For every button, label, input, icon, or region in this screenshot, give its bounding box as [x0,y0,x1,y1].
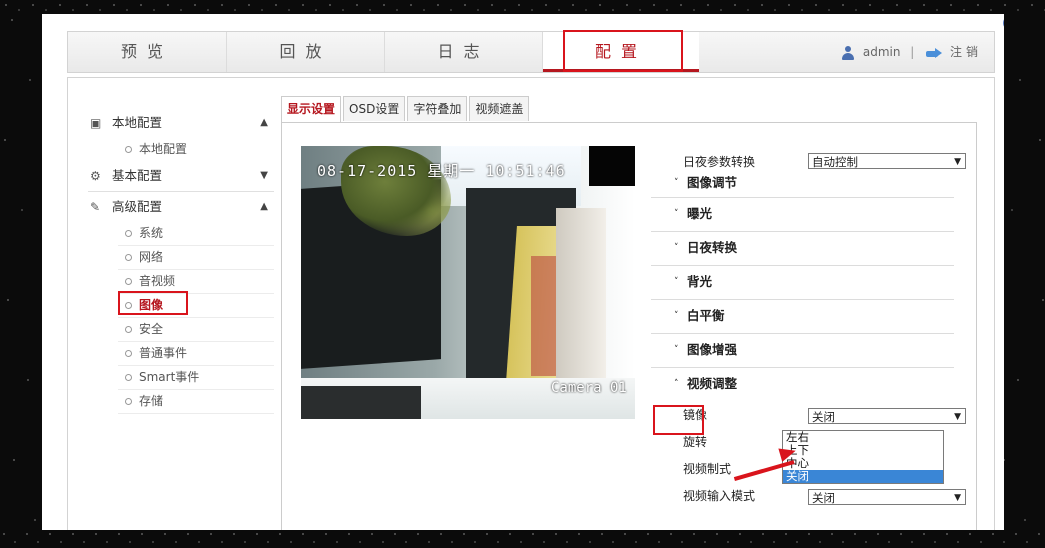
chevron-down-icon: ˅ [674,178,679,188]
chevron-down-icon: ˅ [674,345,679,355]
gear-icon: ⚙ [90,169,101,183]
nav-tab-config[interactable]: 配置 [543,32,699,72]
group-day-night[interactable]: ˅ 日夜转换 [651,232,954,266]
group-image-adjust[interactable]: ˅ 图像调节 [651,174,954,198]
sidebar: ▣ 本地配置 ▲ 本地配置 ⚙ 基本配置 ▼ ✎ 高级配置 ▲ 系统 网络 音视… [88,108,274,414]
chevron-down-icon: ˅ [674,209,679,219]
chevron-up-icon: ▲ [260,201,268,212]
group-label: 日夜转换 [687,240,738,255]
sidebar-section-basic[interactable]: ⚙ 基本配置 ▼ [88,161,274,192]
video-scene-folder [556,208,606,398]
web-page: 预览 回放 日志 配置 admin | 注销 ▣ 本地配置 ▲ 本地配置 ⚙ 基… [42,14,1004,530]
user-icon [841,45,855,60]
chevron-up-icon: ˄ [674,379,679,389]
sidebar-item-local-config[interactable]: 本地配置 [118,138,274,161]
video-scene-dark [589,146,635,186]
sidebar-item-storage[interactable]: 存储 [118,390,274,414]
day-night-label: 日夜参数转换 [683,155,756,169]
group-label: 视频调整 [687,376,738,391]
corner-indicator-icon [1003,16,1004,30]
video-input-mode-label: 视频输入模式 [683,489,756,503]
sidebar-section-local[interactable]: ▣ 本地配置 ▲ [88,108,274,138]
sidebar-item-smart-events[interactable]: Smart事件 [118,366,274,390]
osd-camera-name: Camera 01 [551,380,627,396]
group-image-enhance[interactable]: ˅ 图像增强 [651,334,954,368]
chevron-down-icon: ˅ [674,311,679,321]
group-exposure[interactable]: ˅ 曝光 [651,198,954,232]
video-input-mode-select[interactable]: 关闭 [808,489,966,506]
video-preview: 08-17-2015 星期一 10:51:46 Camera 01 [301,146,635,419]
tab-osd-settings[interactable]: OSD设置 [343,96,406,121]
chevron-down-icon: ▼ [260,170,268,181]
nav-tab-playback[interactable]: 回放 [227,32,385,72]
chevron-down-icon: ˅ [674,277,679,287]
tab-privacy-mask[interactable]: 视频遮盖 [469,96,530,121]
sidebar-item-audio-video[interactable]: 音视频 [118,270,274,294]
group-backlight[interactable]: ˅ 背光 [651,266,954,300]
group-label: 白平衡 [687,308,725,323]
mirror-option-off[interactable]: 关闭 [783,470,943,483]
sidebar-item-security[interactable]: 安全 [118,318,274,342]
tab-display-settings[interactable]: 显示设置 [281,96,342,122]
sidebar-section-advanced[interactable]: ✎ 高级配置 ▲ [88,192,274,222]
content-tabs: 显示设置 OSD设置 字符叠加 视频遮盖 [281,96,531,122]
chevron-down-icon: ˅ [674,243,679,253]
sidebar-section-label: 基本配置 [112,168,163,183]
sidebar-section-label: 本地配置 [112,115,163,130]
sidebar-item-events[interactable]: 普通事件 [118,342,274,366]
group-label: 曝光 [687,206,713,221]
video-standard-label: 视频制式 [683,462,732,476]
mirror-dropdown-list: 左右 上下 中心 关闭 [782,430,944,484]
mirror-row: 镜像 关闭 [651,402,979,429]
logout-link[interactable]: 注销 [950,45,982,59]
starfield-bottom [0,528,1045,548]
osd-datetime: 08-17-2015 星期一 10:51:46 [317,162,566,180]
sidebar-item-system[interactable]: 系统 [118,222,274,246]
nav-tab-preview[interactable]: 预览 [68,32,227,72]
group-video-adjust[interactable]: ˄ 视频调整 [651,368,954,402]
group-label: 背光 [687,274,713,289]
starfield-top [0,0,1045,14]
day-night-row: 日夜参数转换 自动控制 [651,150,979,174]
mirror-label: 镜像 [683,408,708,422]
monitor-icon: ▣ [90,116,102,130]
day-night-select[interactable]: 自动控制 [808,153,966,170]
wrench-icon: ✎ [90,200,101,214]
username: admin [862,45,901,59]
group-label: 图像增强 [687,342,738,357]
video-scene-desk [301,386,421,419]
video-input-mode-row: 视频输入模式 关闭 [651,483,979,510]
rotate-label: 旋转 [683,435,708,449]
nav-tab-log[interactable]: 日志 [385,32,543,72]
top-nav: 预览 回放 日志 配置 admin | 注销 [67,31,995,73]
chevron-up-icon: ▲ [260,117,268,128]
group-white-balance[interactable]: ˅ 白平衡 [651,300,954,334]
sidebar-item-network[interactable]: 网络 [118,246,274,270]
mirror-select[interactable]: 关闭 [808,408,966,425]
sidebar-section-label: 高级配置 [112,199,163,214]
user-separator: | [910,45,915,59]
logout-icon[interactable] [926,47,943,58]
sidebar-item-image[interactable]: 图像 [118,294,274,318]
group-label: 图像调节 [687,175,738,190]
user-area: admin | 注销 [841,32,982,72]
tab-text-overlay[interactable]: 字符叠加 [407,96,468,121]
